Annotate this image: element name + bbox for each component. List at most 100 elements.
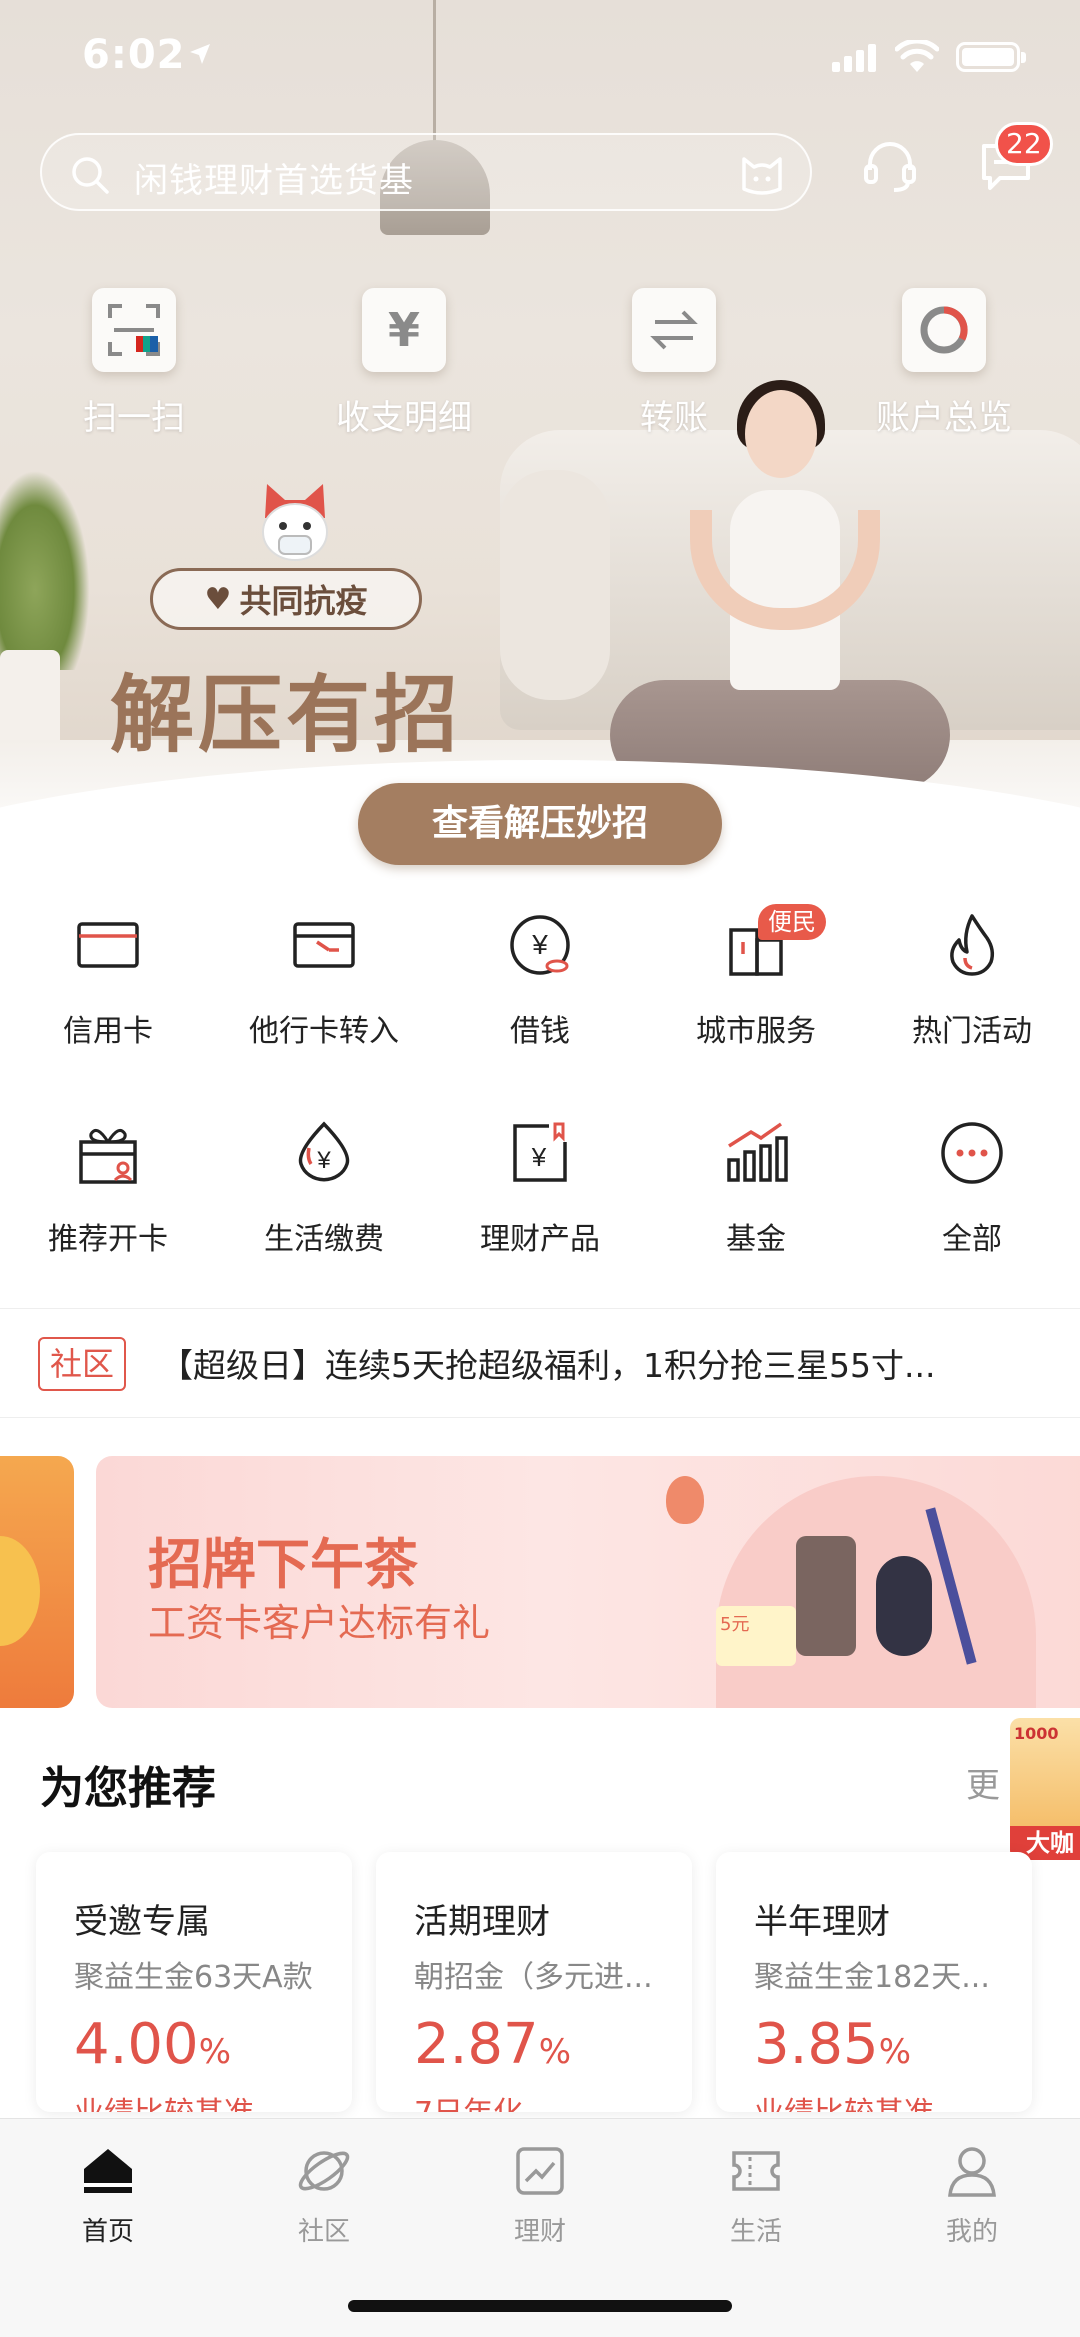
scan-icon — [92, 288, 176, 372]
bill-pay-icon: ¥ — [298, 1121, 350, 1182]
blender-illustration — [796, 1536, 856, 1656]
tab-label: 生活 — [729, 2217, 782, 2247]
service-hot-activity[interactable]: 热门活动 — [864, 910, 1080, 1050]
service-label: 生活缴费 — [264, 1222, 384, 1257]
recommend-more-link[interactable]: 更 — [966, 1758, 1000, 1807]
service-fund[interactable]: 基金 — [648, 1118, 864, 1258]
wealth-chart-icon — [516, 2147, 564, 2195]
floating-ad[interactable]: 1000 大咖 — [1010, 1718, 1080, 1860]
tab-label: 我的 — [945, 2217, 998, 2247]
quick-action-label: 收支明细 — [336, 398, 472, 438]
notice-text: 【超级日】连续5天抢超级福利，1积分抢三星55寸... — [160, 1346, 936, 1385]
product-card[interactable]: 受邀专属 聚益生金63天A款 4.00% 业绩比较基准 — [36, 1852, 352, 2112]
banner-slogan: 解压有招 — [110, 666, 463, 764]
ticket-icon — [732, 2151, 780, 2191]
yuan-statement-icon: ¥ — [362, 288, 446, 372]
speaker-illustration — [876, 1556, 932, 1656]
view-tips-button[interactable]: 查看解压妙招 — [358, 783, 722, 865]
wifi-icon — [895, 40, 939, 72]
sofa-arm-decoration — [500, 470, 610, 700]
product-box-illustration: 5元 — [716, 1606, 796, 1666]
wealth-product-icon: ¥ — [513, 1122, 567, 1182]
previous-promo-peek[interactable] — [0, 1456, 74, 1708]
location-arrow-icon — [190, 44, 210, 64]
anti-epidemic-badge: ♥ 共同抗疫 — [150, 568, 422, 630]
flame-icon — [950, 914, 995, 976]
card-rate-note: 业绩比较基准 — [74, 2088, 254, 2112]
tab-life[interactable]: 生活 — [648, 2143, 864, 2248]
service-wealth-product[interactable]: ¥ 理财产品 — [432, 1118, 648, 1258]
quick-action-scan[interactable]: 扫一扫 — [44, 288, 224, 439]
quick-action-transfer[interactable]: 转账 — [584, 288, 764, 439]
community-planet-icon — [298, 2151, 350, 2191]
service-city[interactable]: 城市服务 — [648, 910, 864, 1050]
account-overview-icon — [902, 288, 986, 372]
more-icon — [941, 1122, 1003, 1184]
borrow-icon: ¥ — [510, 915, 570, 975]
service-all[interactable]: 全部 — [864, 1118, 1080, 1258]
home-icon — [84, 2149, 132, 2193]
gift-icon — [79, 1128, 137, 1184]
service-label: 全部 — [942, 1222, 1002, 1257]
transfer-icon — [632, 288, 716, 372]
tab-community[interactable]: 社区 — [216, 2143, 432, 2248]
message-count-badge: 22 — [995, 122, 1053, 166]
service-label: 热门活动 — [912, 1014, 1032, 1049]
anti-epidemic-label: 共同抗疫 — [239, 582, 368, 620]
community-tag: 社区 — [38, 1337, 127, 1391]
heart-icon: ♥ — [204, 581, 232, 617]
service-card-transfer-in[interactable]: 他行卡转入 — [216, 910, 432, 1050]
card-rate: 2.87% — [414, 2012, 571, 2077]
service-label: 他行卡转入 — [249, 1014, 399, 1049]
tab-mine[interactable]: 我的 — [864, 2143, 1080, 2248]
product-card[interactable]: 半年理财 聚益生金182天... 3.85% 业绩比较基准 — [716, 1852, 1032, 2112]
tab-label: 首页 — [81, 2217, 134, 2247]
afternoon-tea-promo-banner[interactable]: 5元 招牌下午茶 工资卡客户达标有礼 — [96, 1456, 1080, 1708]
cat-mascot-icon[interactable] — [738, 149, 786, 197]
card-rate-note: 7日年化 — [414, 2088, 523, 2112]
status-time: 6:02 — [82, 32, 186, 78]
product-card[interactable]: 活期理财 朝招金（多元进... 2.87% 7日年化 — [376, 1852, 692, 2112]
cellular-signal-icon — [832, 44, 876, 72]
quick-action-statement[interactable]: ¥ 收支明细 — [314, 288, 494, 439]
convenience-badge: 便民 — [758, 904, 826, 940]
svg-text:¥: ¥ — [531, 929, 548, 960]
card-rate: 4.00% — [74, 2012, 231, 2077]
card-title: 受邀专属 — [74, 1902, 210, 1942]
quick-action-label: 转账 — [640, 398, 708, 438]
service-label: 基金 — [726, 1222, 786, 1257]
search-bar[interactable]: 闲钱理财首选货基 — [40, 133, 812, 211]
hot-air-balloon-decoration — [666, 1476, 704, 1524]
card-title: 半年理财 — [754, 1902, 890, 1942]
search-icon — [72, 157, 109, 194]
tab-home[interactable]: 首页 — [0, 2143, 216, 2248]
card-rate: 3.85% — [754, 2012, 911, 2077]
quick-action-account-overview[interactable]: 账户总览 — [854, 288, 1034, 439]
service-credit-card[interactable]: 信用卡 — [0, 910, 216, 1050]
tab-wealth[interactable]: 理财 — [432, 2143, 648, 2248]
svg-text:¥: ¥ — [316, 1147, 331, 1174]
service-label: 借钱 — [510, 1014, 570, 1049]
card-subtitle: 聚益生金182天... — [754, 1960, 990, 1995]
community-notice[interactable]: 社区 【超级日】连续5天抢超级福利，1积分抢三星55寸... — [0, 1308, 1080, 1418]
credit-card-icon — [77, 922, 139, 968]
service-bill-pay[interactable]: ¥ 生活缴费 — [216, 1118, 432, 1258]
plant-decoration — [0, 470, 90, 670]
service-recommend-card[interactable]: 推荐开卡 — [0, 1118, 216, 1258]
customer-service-headset-icon[interactable] — [862, 138, 918, 194]
service-label: 推荐开卡 — [48, 1222, 168, 1257]
battery-icon — [956, 42, 1026, 72]
card-title: 活期理财 — [414, 1902, 550, 1942]
cat-mascot-illustration — [262, 484, 328, 561]
service-borrow[interactable]: ¥ 借钱 — [432, 910, 648, 1050]
promo-title: 招牌下午茶 — [148, 1533, 418, 1596]
service-label: 信用卡 — [63, 1014, 153, 1049]
profile-icon — [948, 2147, 996, 2197]
fund-chart-icon — [727, 1122, 788, 1182]
quick-action-label: 账户总览 — [876, 398, 1012, 438]
quick-action-label: 扫一扫 — [83, 398, 185, 438]
tab-label: 社区 — [297, 2217, 350, 2247]
card-rate-note: 业绩比较基准 — [754, 2088, 934, 2112]
home-indicator — [348, 2300, 732, 2312]
recommend-title: 为您推荐 — [40, 1763, 216, 1814]
